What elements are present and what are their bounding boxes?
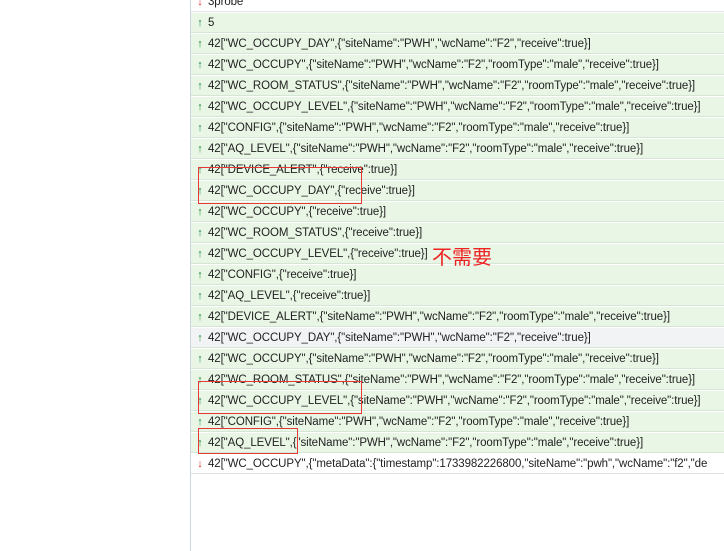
arrow-up-icon: ↑ bbox=[197, 121, 203, 134]
arrow-up-icon: ↑ bbox=[197, 205, 203, 218]
message-text: 42["WC_OCCUPY_LEVEL",{"siteName":"PWH","… bbox=[208, 100, 701, 113]
arrow-up-icon: ↑ bbox=[197, 331, 203, 344]
message-row[interactable]: ↑ 42["DEVICE_ALERT",{"receive":true}] bbox=[191, 160, 724, 180]
arrow-up-icon: ↑ bbox=[197, 310, 203, 323]
message-row[interactable]: ↑ 42["AQ_LEVEL",{"receive":true}] bbox=[191, 286, 724, 306]
arrow-up-icon: ↑ bbox=[197, 163, 203, 176]
message-row[interactable]: ↑ 42["WC_OCCUPY_DAY",{"siteName":"PWH","w… bbox=[191, 34, 724, 54]
arrow-up-icon: ↑ bbox=[197, 415, 203, 428]
message-text: 3probe bbox=[208, 0, 244, 8]
message-row[interactable]: ↑ 42["WC_OCCUPY_DAY",{"siteName":"PWH","w… bbox=[191, 328, 724, 348]
arrow-down-icon: ↓ bbox=[197, 0, 203, 8]
arrow-down-icon: ↓ bbox=[197, 457, 203, 470]
message-text: 42["WC_OCCUPY_DAY",{"siteName":"PWH","wc… bbox=[208, 37, 591, 50]
message-row[interactable]: ↑ 42["DEVICE_ALERT",{"siteName":"PWH","wc… bbox=[191, 307, 724, 327]
message-text: 42["WC_OCCUPY_DAY",{"siteName":"PWH","wc… bbox=[208, 331, 591, 344]
message-text: 42["WC_OCCUPY_LEVEL",{"siteName":"PWH","… bbox=[208, 394, 701, 407]
message-row[interactable]: ↑ 42["WC_OCCUPY_DAY",{"receive":true}] bbox=[191, 181, 724, 201]
message-text: 5 bbox=[208, 16, 215, 29]
arrow-up-icon: ↑ bbox=[197, 352, 203, 365]
arrow-up-icon: ↑ bbox=[197, 58, 203, 71]
message-row[interactable]: ↓ 42["WC_OCCUPY",{"metaData":{"timestamp"… bbox=[191, 454, 724, 474]
arrow-up-icon: ↑ bbox=[197, 226, 203, 239]
arrow-up-icon: ↑ bbox=[197, 436, 203, 449]
message-text: 42["WC_ROOM_STATUS",{"siteName":"PWH","w… bbox=[208, 79, 696, 92]
message-text: 42["DEVICE_ALERT",{"siteName":"PWH","wcN… bbox=[208, 310, 670, 323]
message-text: 42["AQ_LEVEL",{"siteName":"PWH","wcName"… bbox=[208, 142, 644, 155]
message-text: 42["CONFIG",{"receive":true}] bbox=[208, 268, 357, 281]
arrow-up-icon: ↑ bbox=[197, 37, 203, 50]
message-row[interactable]: ↑ 42["WC_OCCUPY",{"siteName":"PWH","wcNam… bbox=[191, 55, 724, 75]
arrow-up-icon: ↑ bbox=[197, 289, 203, 302]
message-row[interactable]: ↑ 42["WC_OCCUPY",{"siteName":"PWH","wcNam… bbox=[191, 349, 724, 369]
message-row[interactable]: ↓ 3probe bbox=[191, 0, 724, 12]
annotation-label: 不需要 bbox=[432, 245, 492, 269]
arrow-up-icon: ↑ bbox=[197, 142, 203, 155]
message-row[interactable]: ↑ 42["AQ_LEVEL",{"siteName":"PWH","wcName… bbox=[191, 433, 724, 453]
message-text: 42["WC_OCCUPY_LEVEL",{"receive":true}] bbox=[208, 247, 428, 260]
arrow-up-icon: ↑ bbox=[197, 247, 203, 260]
arrow-up-icon: ↑ bbox=[197, 184, 203, 197]
message-text: 42["WC_ROOM_STATUS",{"siteName":"PWH","w… bbox=[208, 373, 696, 386]
message-text: 42["CONFIG",{"siteName":"PWH","wcName":"… bbox=[208, 121, 630, 134]
message-row[interactable]: ↑ 42["WC_OCCUPY",{"receive":true}] bbox=[191, 202, 724, 222]
message-text: 42["WC_OCCUPY",{"metaData":{"timestamp":… bbox=[208, 457, 708, 470]
websocket-messages-panel: ↓ 3probe ↑ 5 ↑ 42["WC_OCCUPY_DAY",{"siteName"… bbox=[191, 0, 724, 551]
message-text: 42["AQ_LEVEL",{"receive":true}] bbox=[208, 289, 371, 302]
arrow-up-icon: ↑ bbox=[197, 394, 203, 407]
message-row[interactable]: ↑ 42["WC_ROOM_STATUS",{"receive":true}] bbox=[191, 223, 724, 243]
request-list-pane bbox=[0, 0, 190, 551]
arrow-up-icon: ↑ bbox=[197, 100, 203, 113]
message-text: 42["WC_OCCUPY",{"siteName":"PWH","wcName… bbox=[208, 352, 659, 365]
arrow-up-icon: ↑ bbox=[197, 268, 203, 281]
message-row[interactable]: ↑ 5 bbox=[191, 13, 724, 33]
arrow-up-icon: ↑ bbox=[197, 16, 203, 29]
message-text: 42["WC_OCCUPY",{"receive":true}] bbox=[208, 205, 387, 218]
message-text: 42["DEVICE_ALERT",{"receive":true}] bbox=[208, 163, 398, 176]
message-row[interactable]: ↑ 42["WC_OCCUPY_LEVEL",{"siteName":"PWH",… bbox=[191, 97, 724, 117]
message-text: 42["WC_OCCUPY",{"siteName":"PWH","wcName… bbox=[208, 58, 659, 71]
message-text: 42["WC_OCCUPY_DAY",{"receive":true}] bbox=[208, 184, 415, 197]
message-row[interactable]: ↑ 42["CONFIG",{"siteName":"PWH","wcName":… bbox=[191, 118, 724, 138]
message-row[interactable]: ↑ 42["WC_ROOM_STATUS",{"siteName":"PWH","… bbox=[191, 370, 724, 390]
message-row[interactable]: ↑ 42["CONFIG",{"siteName":"PWH","wcName":… bbox=[191, 412, 724, 432]
arrow-up-icon: ↑ bbox=[197, 373, 203, 386]
arrow-up-icon: ↑ bbox=[197, 79, 203, 92]
message-text: 42["CONFIG",{"siteName":"PWH","wcName":"… bbox=[208, 415, 630, 428]
message-row[interactable]: ↑ 42["AQ_LEVEL",{"siteName":"PWH","wcName… bbox=[191, 139, 724, 159]
message-row[interactable]: ↑ 42["WC_ROOM_STATUS",{"siteName":"PWH","… bbox=[191, 76, 724, 96]
message-text: 42["WC_ROOM_STATUS",{"receive":true}] bbox=[208, 226, 423, 239]
message-row[interactable]: ↑ 42["WC_OCCUPY_LEVEL",{"siteName":"PWH",… bbox=[191, 391, 724, 411]
message-text: 42["AQ_LEVEL",{"siteName":"PWH","wcName"… bbox=[208, 436, 644, 449]
